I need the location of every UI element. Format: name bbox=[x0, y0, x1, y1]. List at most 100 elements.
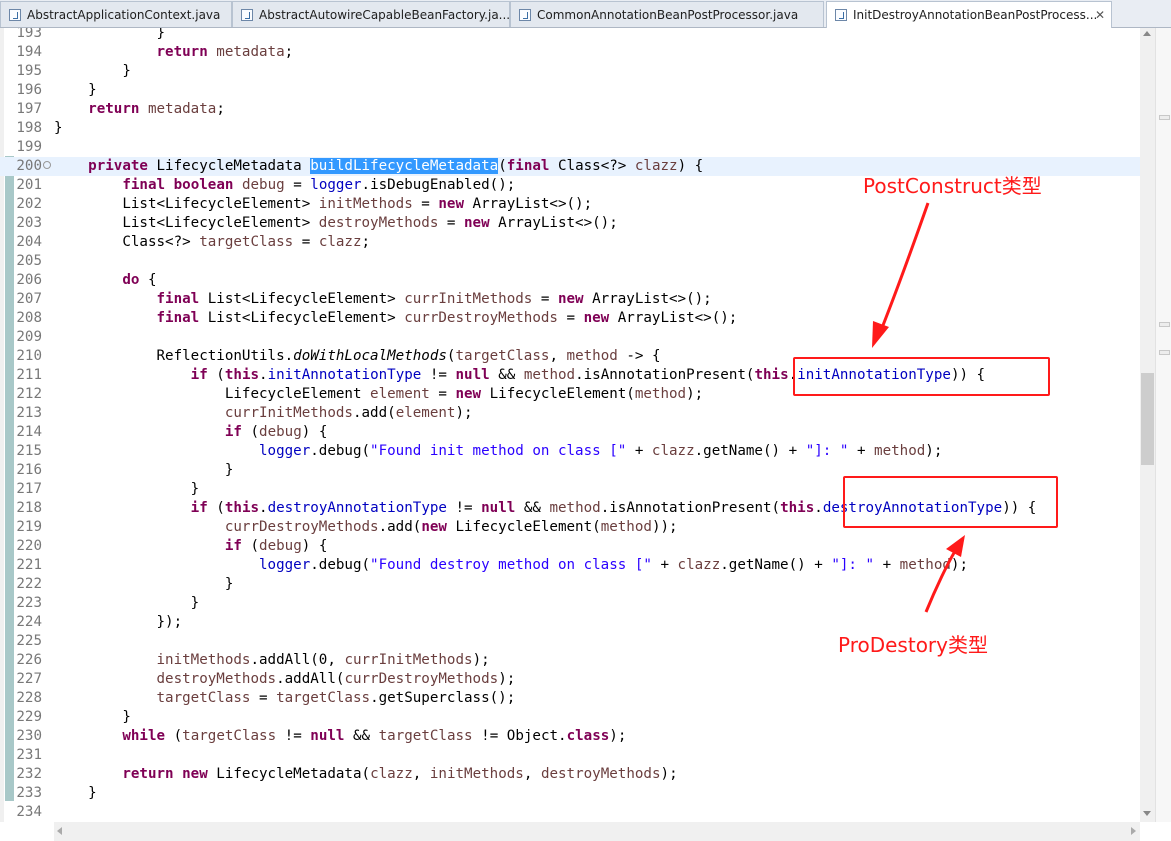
code-token: ( bbox=[207, 500, 225, 516]
vertical-scrollbar[interactable] bbox=[1140, 28, 1155, 822]
code-token: method bbox=[874, 443, 926, 459]
code-line[interactable]: 232 return new LifecycleMetadata(clazz, … bbox=[0, 765, 1140, 784]
code-line[interactable]: 205 bbox=[0, 252, 1140, 271]
code-line[interactable]: 221 logger.debug("Found destroy method o… bbox=[0, 556, 1140, 575]
code-line[interactable]: 209 bbox=[0, 328, 1140, 347]
code-token: .add( bbox=[352, 405, 396, 421]
overview-ruler[interactable] bbox=[1155, 28, 1171, 822]
code-text: currInitMethods.add(element); bbox=[54, 404, 473, 423]
code-text: } bbox=[54, 784, 97, 803]
code-token: .getName() + bbox=[694, 443, 806, 459]
code-token: this bbox=[754, 367, 789, 383]
line-number: 231 bbox=[16, 747, 42, 763]
code-line[interactable]: 193 } bbox=[0, 28, 1140, 43]
code-text: return metadata; bbox=[54, 43, 294, 62]
code-line[interactable]: 199 bbox=[0, 138, 1140, 157]
overview-marker[interactable] bbox=[1159, 322, 1170, 327]
code-token: } bbox=[54, 120, 63, 136]
code-line[interactable]: 222 } bbox=[0, 575, 1140, 594]
code-token: && bbox=[515, 500, 550, 516]
code-token: this bbox=[224, 500, 260, 516]
code-token: Class<?> bbox=[54, 234, 200, 250]
code-line[interactable]: 229 } bbox=[0, 708, 1140, 727]
code-text: } bbox=[54, 81, 97, 100]
code-line[interactable]: 204 Class<?> targetClass = clazz; bbox=[0, 233, 1140, 252]
code-line[interactable]: 206 do { bbox=[0, 271, 1140, 290]
horizontal-scrollbar[interactable] bbox=[54, 822, 1140, 841]
line-number: 233 bbox=[16, 785, 42, 801]
code-token: currInitMethods bbox=[224, 405, 353, 421]
line-number: 199 bbox=[16, 139, 42, 155]
code-line[interactable]: 213 currInitMethods.add(element); bbox=[0, 404, 1140, 423]
code-token: doWithLocalMethods bbox=[293, 348, 447, 364]
code-token: } bbox=[54, 28, 166, 41]
line-number: 206 bbox=[16, 272, 42, 288]
vertical-scroll-thumb[interactable] bbox=[1141, 373, 1154, 465]
code-token: this bbox=[224, 367, 260, 383]
code-token: LifecycleElement( bbox=[481, 386, 635, 402]
close-icon[interactable]: ✕ bbox=[1095, 2, 1105, 28]
code-token: initMethods bbox=[429, 766, 524, 782]
scroll-up-arrow-icon[interactable] bbox=[1143, 31, 1151, 36]
code-line[interactable]: 233 } bbox=[0, 784, 1140, 803]
overview-marker[interactable] bbox=[1159, 350, 1170, 355]
code-text: logger.debug("Found init method on class… bbox=[54, 442, 942, 461]
code-line[interactable]: 231 bbox=[0, 746, 1140, 765]
code-editor[interactable]: 193 } 194 return metadata; 195 } 196 } 197 r… bbox=[0, 28, 1140, 822]
fold-collapse-icon[interactable] bbox=[43, 161, 51, 169]
code-line[interactable]: 194 return metadata; bbox=[0, 43, 1140, 62]
code-text: if (debug) { bbox=[54, 537, 328, 556]
ruler-corner bbox=[0, 822, 54, 841]
line-number: 194 bbox=[16, 44, 42, 60]
code-line[interactable]: 203 List<LifecycleElement> destroyMethod… bbox=[0, 214, 1140, 233]
code-token: targetClass bbox=[182, 728, 277, 744]
code-token: ); bbox=[472, 652, 490, 668]
code-line[interactable]: 230 while (targetClass != null && target… bbox=[0, 727, 1140, 746]
code-line[interactable]: 223 } bbox=[0, 594, 1140, 613]
code-line[interactable]: 220 if (debug) { bbox=[0, 537, 1140, 556]
code-text: final boolean debug = logger.isDebugEnab… bbox=[54, 176, 515, 195]
code-line[interactable]: 228 targetClass = targetClass.getSupercl… bbox=[0, 689, 1140, 708]
code-line[interactable]: 198} bbox=[0, 119, 1140, 138]
code-line[interactable]: 227 destroyMethods.addAll(currDestroyMet… bbox=[0, 670, 1140, 689]
overview-marker[interactable] bbox=[1159, 115, 1170, 120]
code-token: destroyMethods bbox=[156, 671, 277, 687]
line-number: 227 bbox=[16, 671, 42, 687]
code-line[interactable]: 207 final List<LifecycleElement> currIni… bbox=[0, 290, 1140, 309]
code-line[interactable]: 197 return metadata; bbox=[0, 100, 1140, 119]
code-token: ( bbox=[241, 424, 260, 440]
code-token: } bbox=[54, 63, 131, 79]
tab-init-destroy-annotation-bean-post-processor[interactable]: InitDestroyAnnotationBeanPostProcess... … bbox=[826, 1, 1112, 28]
line-number: 215 bbox=[16, 443, 42, 459]
tab-abstract-autowire-capable-bean-factory[interactable]: AbstractAutowireCapableBeanFactory.ja... bbox=[232, 1, 510, 27]
code-token: = bbox=[250, 690, 277, 706]
line-number: 201 bbox=[16, 177, 42, 193]
java-file-icon bbox=[835, 9, 847, 21]
tab-abstract-application-context[interactable]: AbstractApplicationContext.java bbox=[0, 1, 232, 27]
code-token: private bbox=[88, 158, 148, 174]
code-text: return metadata; bbox=[54, 100, 225, 119]
code-line[interactable]: 196 } bbox=[0, 81, 1140, 100]
code-token: method bbox=[566, 348, 618, 364]
scroll-down-arrow-icon[interactable] bbox=[1143, 811, 1151, 816]
code-line[interactable]: 215 logger.debug("Found init method on c… bbox=[0, 442, 1140, 461]
code-token: LifecycleElement( bbox=[446, 519, 601, 535]
scroll-right-arrow-icon[interactable] bbox=[1131, 827, 1136, 835]
code-text: currDestroyMethods.add(new LifecycleElem… bbox=[54, 518, 678, 537]
code-token: } bbox=[54, 481, 200, 497]
code-line[interactable]: 195 } bbox=[0, 62, 1140, 81]
tab-label: AbstractApplicationContext.java bbox=[27, 8, 221, 22]
code-line[interactable]: 208 final List<LifecycleElement> currDes… bbox=[0, 309, 1140, 328]
code-text: List<LifecycleElement> destroyMethods = … bbox=[54, 214, 617, 233]
tab-common-annotation-bean-post-processor[interactable]: CommonAnnotationBeanPostProcessor.java bbox=[510, 1, 824, 27]
code-token: LifecycleElement bbox=[54, 386, 371, 402]
code-line[interactable]: 214 if (debug) { bbox=[0, 423, 1140, 442]
code-line[interactable]: 234 bbox=[0, 803, 1140, 822]
scroll-left-arrow-icon[interactable] bbox=[57, 827, 62, 835]
